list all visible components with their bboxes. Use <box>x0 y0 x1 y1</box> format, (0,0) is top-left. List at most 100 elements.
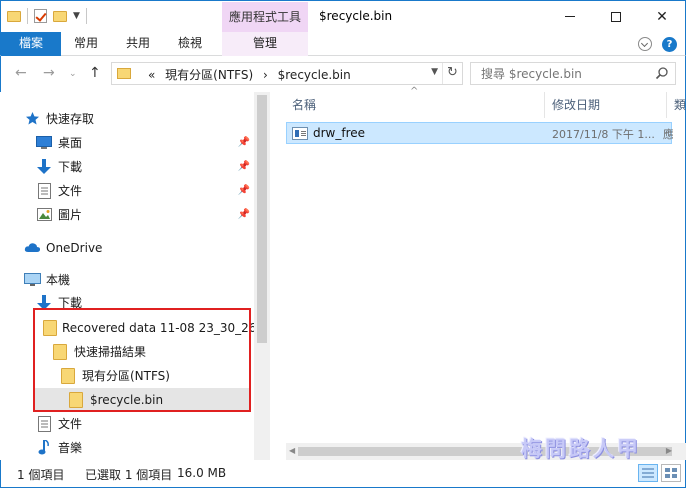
nav-item-label: 桌面 <box>58 136 83 150</box>
scroll-left-icon[interactable]: ◀ <box>289 446 295 455</box>
music-icon <box>35 440 53 456</box>
pin-icon[interactable]: 📌 <box>238 137 250 148</box>
nav-item-label: Recovered data 11-08 23_30_26 <box>62 320 257 335</box>
column-divider[interactable] <box>544 92 545 118</box>
details-view-button[interactable] <box>638 464 658 482</box>
breadcrumb-item-partition[interactable]: 現有分區(NTFS) <box>165 68 253 82</box>
download-arrow-icon <box>35 294 53 311</box>
tab-share[interactable]: 共用 <box>115 32 161 56</box>
tab-view[interactable]: 檢視 <box>167 32 213 56</box>
nav-item-label: 快速掃描結果 <box>74 345 147 359</box>
nav-item-quick-access[interactable]: 快速存取 <box>1 107 254 130</box>
nav-item-partition[interactable]: 現有分區(NTFS) <box>1 364 254 387</box>
column-divider[interactable] <box>666 92 667 118</box>
table-row[interactable]: drw_free 2017/11/8 下午 1... 應 <box>286 122 673 144</box>
new-folder-icon[interactable] <box>53 10 67 22</box>
close-icon: ✕ <box>656 8 668 25</box>
nav-item-quick-scan[interactable]: 快速掃描結果 <box>1 340 254 363</box>
back-arrow-icon[interactable]: ← <box>15 65 27 81</box>
title-bar: ▼ 應用程式工具 $recycle.bin ✕ <box>0 0 686 33</box>
nav-item-recycle-bin[interactable]: $recycle.bin <box>35 388 249 411</box>
nav-item-desktop[interactable]: 桌面 📌 <box>1 131 254 154</box>
pin-icon[interactable]: 📌 <box>238 209 250 220</box>
search-input[interactable] <box>481 66 651 82</box>
watermark: 梅問路人甲 <box>521 436 641 461</box>
nav-item-downloads[interactable]: 下載 📌 <box>1 155 254 178</box>
address-toolbar: ← → ⌄ ↑ « 現有分區(NTFS) › $recycle.bin ▼ ↻ <box>0 56 686 92</box>
nav-item-music[interactable]: 音樂 <box>1 436 254 459</box>
address-bar[interactable]: « 現有分區(NTFS) › $recycle.bin ▼ ↻ <box>111 62 463 85</box>
recent-locations-chevron-icon[interactable]: ⌄ <box>69 69 77 79</box>
column-header-type[interactable]: 類 <box>674 92 686 118</box>
nav-item-documents[interactable]: 文件 📌 <box>1 179 254 202</box>
breadcrumb-overflow[interactable]: « <box>148 68 155 82</box>
item-count: 1 個項目 <box>17 468 65 482</box>
download-arrow-icon <box>35 158 53 175</box>
up-arrow-icon[interactable]: ↑ <box>89 65 101 81</box>
quick-access-toolbar: ▼ <box>7 8 87 24</box>
ribbon-tabs: 檔案 常用 共用 檢視 管理 ? <box>0 32 686 56</box>
nav-item-label: $recycle.bin <box>90 392 164 407</box>
application-icon <box>292 127 308 140</box>
nav-item-this-pc[interactable]: 本機 <box>1 268 254 291</box>
selected-count: 已選取 1 個項目 <box>85 468 173 482</box>
tab-home[interactable]: 常用 <box>63 32 109 56</box>
nav-item-label: 本機 <box>46 273 71 287</box>
large-icons-view-button[interactable] <box>661 464 681 482</box>
cloud-icon <box>23 240 41 256</box>
tab-file[interactable]: 檔案 <box>1 32 61 56</box>
breadcrumb-separator[interactable]: › <box>263 68 268 82</box>
nav-item-recovered-data[interactable]: Recovered data 11-08 23_30_26 <box>1 316 257 339</box>
desktop-icon <box>35 135 53 151</box>
folder-icon <box>67 391 85 408</box>
pin-icon[interactable]: 📌 <box>238 185 250 196</box>
tab-manage[interactable]: 管理 <box>222 32 308 56</box>
nav-item-label: OneDrive <box>46 240 103 255</box>
folder-icon[interactable] <box>7 10 21 22</box>
forward-arrow-icon[interactable]: → <box>43 65 55 81</box>
column-header-date[interactable]: 修改日期 <box>552 92 662 118</box>
search-icon[interactable] <box>655 66 669 80</box>
nav-item-pc-documents[interactable]: 文件 <box>1 412 254 435</box>
nav-item-label: 快速存取 <box>46 112 95 126</box>
selected-size: 16.0 MB <box>177 466 227 480</box>
nav-item-label: 文件 <box>58 184 83 198</box>
minimize-icon <box>565 16 575 17</box>
picture-icon <box>35 207 53 223</box>
file-name: drw_free <box>313 126 366 140</box>
folder-icon <box>51 343 69 360</box>
folder-icon <box>117 68 131 79</box>
context-tab-header: 應用程式工具 <box>222 2 308 33</box>
folder-icon <box>43 319 57 336</box>
properties-icon[interactable] <box>34 9 47 23</box>
nav-item-pictures[interactable]: 圖片 📌 <box>1 203 254 226</box>
navigation-pane: 快速存取 桌面 📌 下載 📌 文件 📌 圖片 📌 OneDrive 本機 下載 … <box>1 92 270 460</box>
nav-item-onedrive[interactable]: OneDrive <box>1 236 254 259</box>
divider <box>27 8 28 24</box>
document-icon <box>35 415 53 432</box>
address-history-chevron-down-icon[interactable]: ▼ <box>431 67 438 77</box>
breadcrumb: « 現有分區(NTFS) › $recycle.bin <box>148 66 357 83</box>
navigation-scrollbar[interactable] <box>254 92 270 460</box>
minimize-button[interactable] <box>547 1 593 32</box>
maximize-icon <box>611 11 621 22</box>
breadcrumb-item-recycle-bin[interactable]: $recycle.bin <box>278 68 351 82</box>
customize-toolbar-chevron-down-icon[interactable]: ▼ <box>73 11 80 21</box>
nav-item-pc-downloads[interactable]: 下載 <box>1 291 254 314</box>
large-icons-view-icon <box>665 468 677 478</box>
expand-ribbon-chevron-icon[interactable] <box>638 37 652 51</box>
column-header-name[interactable]: 名稱 <box>292 92 542 118</box>
scrollbar-thumb[interactable] <box>257 95 267 343</box>
computer-icon <box>23 272 41 288</box>
search-box[interactable] <box>470 62 676 85</box>
divider <box>85 8 87 24</box>
nav-item-label: 下載 <box>58 296 83 310</box>
details-view-icon <box>642 468 654 478</box>
maximize-button[interactable] <box>593 1 639 32</box>
help-icon[interactable]: ? <box>662 37 677 52</box>
scroll-right-icon[interactable]: ▶ <box>666 446 672 455</box>
file-list: ^ 名稱 修改日期 類 drw_free 2017/11/8 下午 1... 應… <box>270 86 686 460</box>
close-button[interactable]: ✕ <box>639 1 685 32</box>
pin-icon[interactable]: 📌 <box>238 161 250 172</box>
refresh-icon[interactable]: ↻ <box>442 63 462 84</box>
